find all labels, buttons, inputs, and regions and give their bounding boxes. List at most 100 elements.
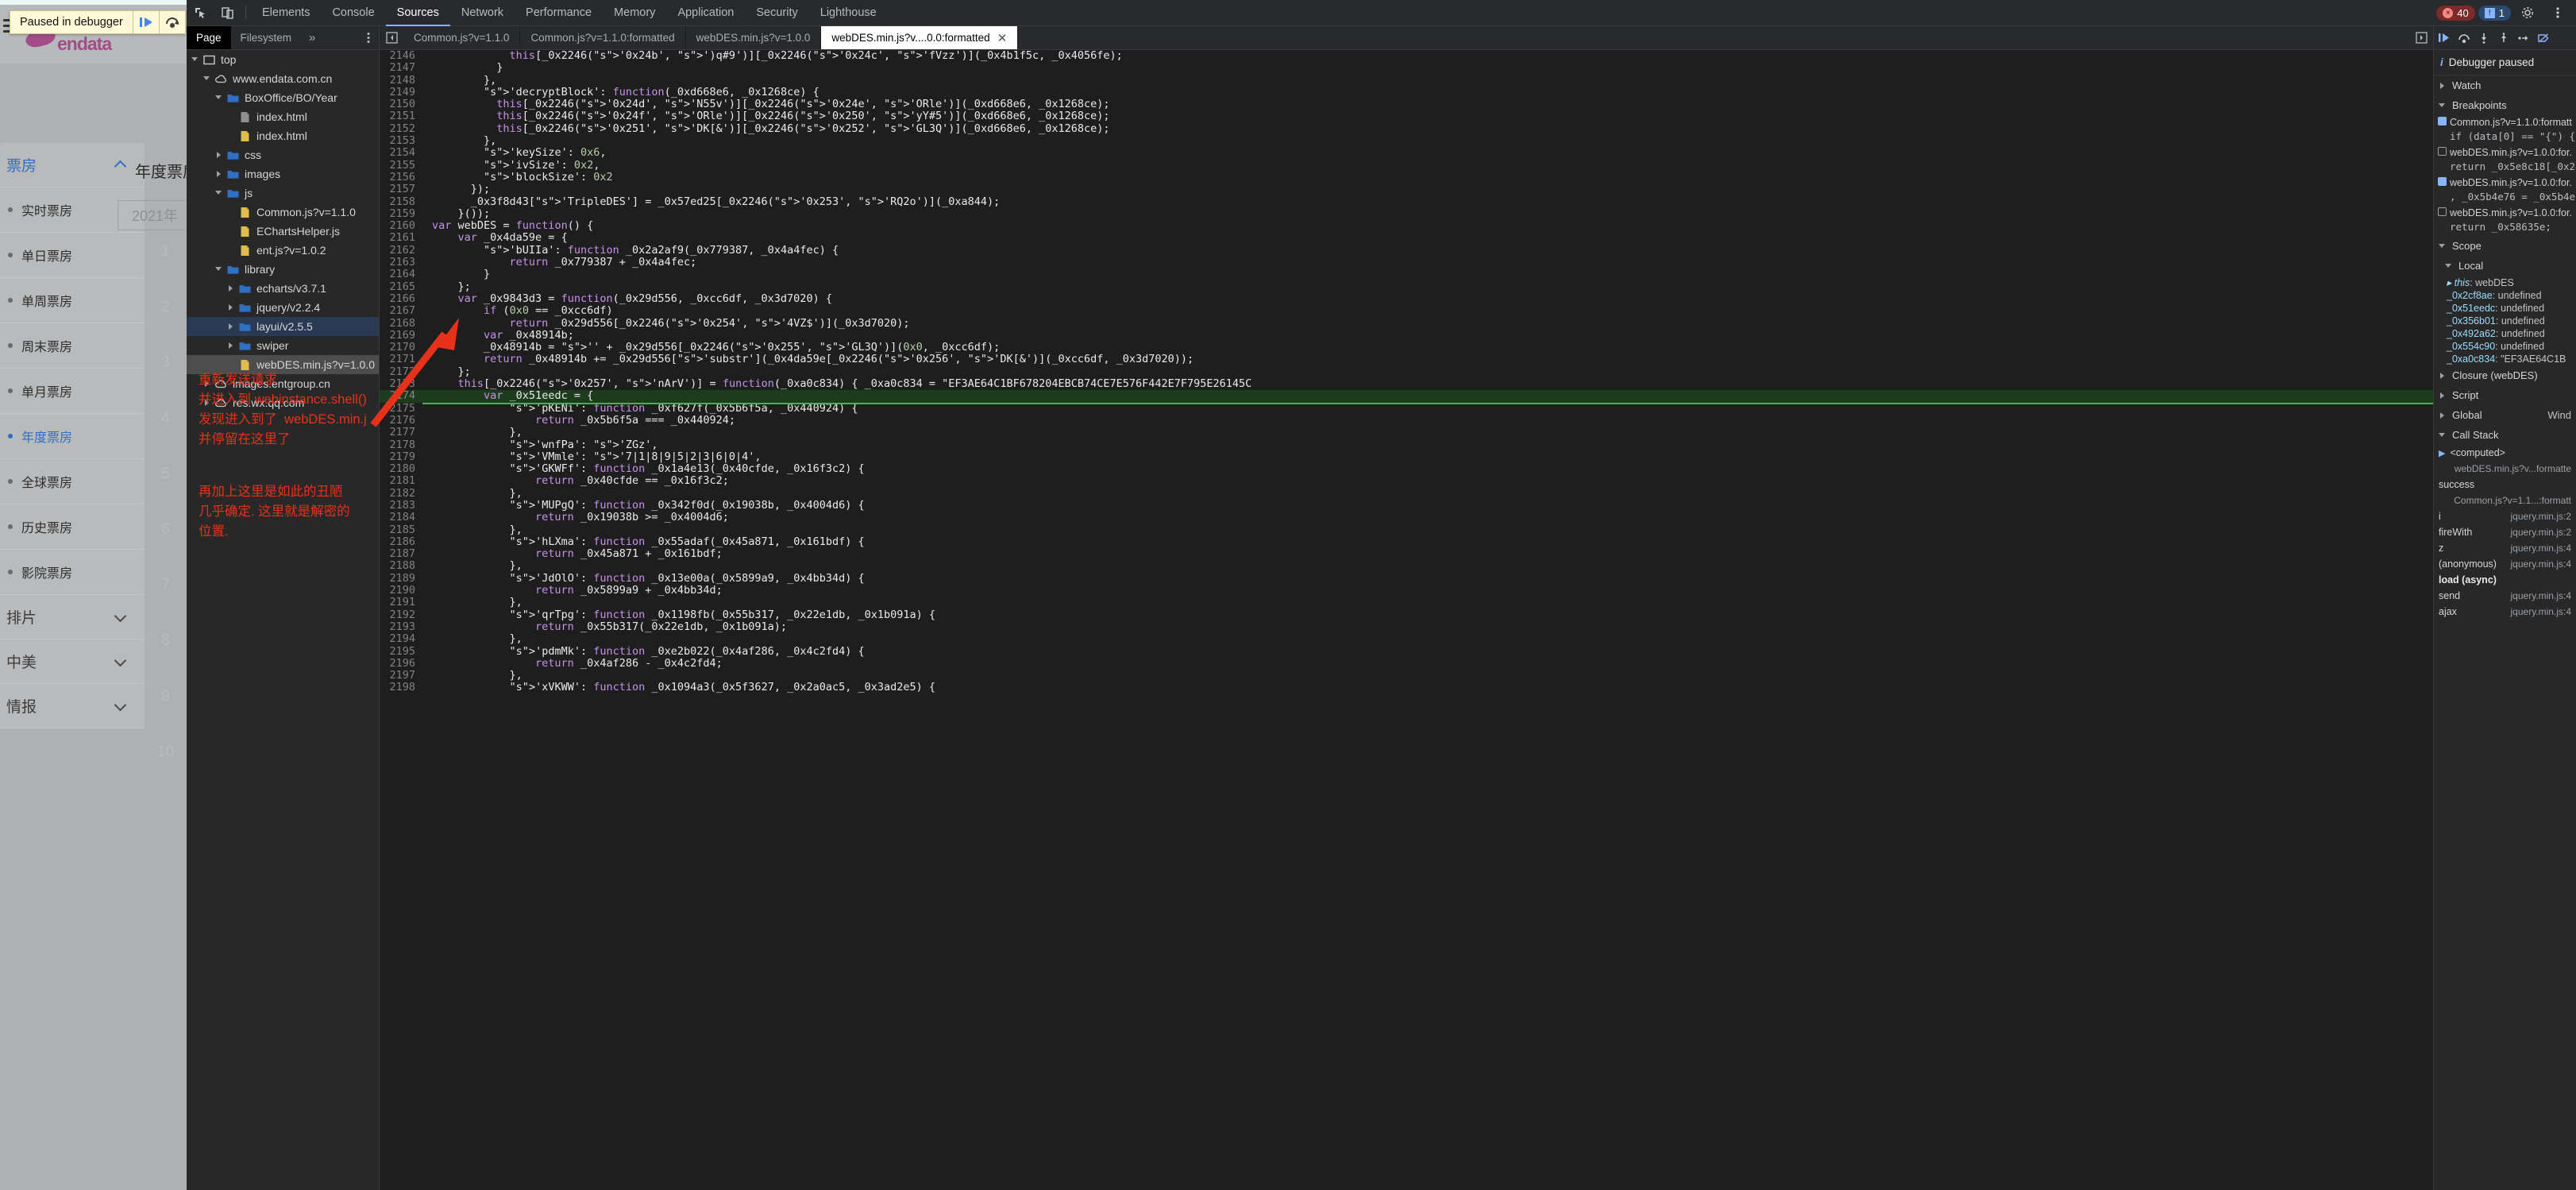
code-line[interactable]: 2164 }	[380, 269, 2433, 281]
code-line[interactable]: 2182 },	[380, 487, 2433, 500]
code-line[interactable]: 2197 },	[380, 669, 2433, 682]
file-tree-row[interactable]: index.html	[187, 126, 379, 145]
scope-local-header[interactable]: Local	[2434, 256, 2576, 276]
breakpoint-item[interactable]: Common.js?v=1.1.0:formatt	[2434, 115, 2576, 129]
call-stack-frame[interactable]: fireWith jquery.min.js:2	[2434, 524, 2576, 540]
call-stack-frame[interactable]: Common.js?v=1.1...:formatt	[2434, 493, 2576, 508]
scope-variable-row[interactable]: _0x554c90: undefined	[2434, 340, 2576, 353]
code-line[interactable]: 2157 });	[380, 183, 2433, 196]
code-line[interactable]: 2180 "s">'GKWFf': function _0x1a4e13(_0x…	[380, 462, 2433, 476]
call-stack-frame[interactable]: z jquery.min.js:4	[2434, 540, 2576, 556]
file-tree-row[interactable]: layui/v2.5.5	[187, 317, 379, 336]
nav-item-daily[interactable]: 单日票房	[0, 233, 145, 278]
breakpoint-checkbox[interactable]	[2438, 147, 2447, 156]
call-stack-frame[interactable]: send jquery.min.js:4	[2434, 588, 2576, 604]
deactivate-breakpoints-icon[interactable]	[2533, 26, 2553, 50]
file-tree-row[interactable]: EChartsHelper.js	[187, 222, 379, 241]
step-over-icon[interactable]	[160, 11, 185, 33]
code-line[interactable]: 2171 return _0x48914b += _0x29d556["s">'…	[380, 354, 2433, 366]
code-line[interactable]: 2156 "s">'blockSize': 0x2	[380, 171, 2433, 184]
code-line[interactable]: 2187 return _0x45a871 + _0x161bdf;	[380, 547, 2433, 561]
editor-tab-common-formatted[interactable]: Common.js?v=1.1.0:formatted	[520, 26, 686, 49]
breakpoint-item[interactable]: webDES.min.js?v=1.0.0:for.	[2434, 206, 2576, 220]
step-into-icon[interactable]	[2474, 26, 2493, 50]
code-line[interactable]: 2153 },	[380, 134, 2433, 148]
code-line[interactable]: 2160 var webDES = function() {	[380, 219, 2433, 233]
watch-section-header[interactable]: Watch	[2434, 75, 2576, 95]
breakpoints-section-header[interactable]: Breakpoints	[2434, 95, 2576, 115]
nav-item-weekend[interactable]: 周末票房	[0, 323, 145, 369]
nav-item-history[interactable]: 历史票房	[0, 504, 145, 550]
file-tree-row[interactable]: images	[187, 164, 379, 184]
tab-application[interactable]: Application	[666, 0, 745, 26]
scope-variable-row[interactable]: ▸ this: webDES	[2434, 276, 2576, 289]
breakpoint-checkbox[interactable]	[2438, 117, 2447, 126]
file-tree-row[interactable]: index.html	[187, 107, 379, 126]
callstack-section-header[interactable]: Call Stack	[2434, 425, 2576, 445]
tab-sources[interactable]: Sources	[386, 0, 450, 26]
code-line[interactable]: 2188 },	[380, 560, 2433, 573]
code-line[interactable]: 2155 "s">'ivSize': 0x2,	[380, 159, 2433, 172]
nav-item-yearly[interactable]: 年度票房	[0, 414, 145, 459]
code-line[interactable]: 2159 }());	[380, 207, 2433, 221]
code-line[interactable]: 2149 "s">'decryptBlock': function (_0xd66…	[380, 86, 2433, 99]
call-stack-frame[interactable]: ajax jquery.min.js:4	[2434, 604, 2576, 620]
year-select[interactable]: 2021年	[118, 200, 187, 230]
nav-group-zhongmei[interactable]: 中美	[0, 639, 145, 684]
breakpoint-item[interactable]: webDES.min.js?v=1.0.0:for.	[2434, 145, 2576, 160]
tab-elements[interactable]: Elements	[251, 0, 321, 26]
code-line[interactable]: 2185 },	[380, 524, 2433, 536]
code-line[interactable]: 2173 this[_0x2246("s">'0x257', "s" >'nArV…	[380, 377, 2433, 391]
breakpoint-item[interactable]: webDES.min.js?v=1.0.0:for.	[2434, 176, 2576, 190]
scope-section-header[interactable]: Scope	[2434, 236, 2576, 256]
code-line[interactable]: 2161 var _0x4da59e = {	[380, 232, 2433, 245]
call-stack-async-label[interactable]: load (async)	[2434, 572, 2576, 588]
code-line[interactable]: 2150 this[_0x2246("s">'0x24d', "s" >'N55v…	[380, 98, 2433, 111]
scope-group-header[interactable]: Global Wind	[2434, 405, 2576, 425]
code-line[interactable]: 2175 "s">'pKENi': function _0xf627f(_0x5…	[380, 402, 2433, 415]
code-line[interactable]: 2198 "s">'xVKWW': function _0x1094a3(_0x…	[380, 682, 2433, 694]
gear-icon[interactable]	[2514, 0, 2541, 26]
nav-group-paipian[interactable]: 排片	[0, 595, 145, 639]
popout-icon[interactable]	[2409, 26, 2433, 49]
code-line[interactable]: 2194 },	[380, 632, 2433, 646]
code-line[interactable]: 2191 },	[380, 597, 2433, 609]
code-line[interactable]: 2190 return _0x5899a9 + _0x4bb34d;	[380, 584, 2433, 597]
scope-variable-row[interactable]: _0xa0c834: "EF3AE64C1B	[2434, 353, 2576, 365]
code-line[interactable]: 2189 "s">'JdOlO': function _0x13e00a(_0x…	[380, 572, 2433, 585]
scope-group-header[interactable]: Closure (webDES)	[2434, 365, 2576, 385]
kebab-menu-icon[interactable]	[2544, 0, 2571, 26]
code-line[interactable]: 2186 "s">'hLXma': function _0x55adaf(_0x…	[380, 535, 2433, 549]
file-tree-row[interactable]: library	[187, 260, 379, 279]
scope-variable-row[interactable]: _0x356b01: undefined	[2434, 315, 2576, 327]
file-tree-row[interactable]: ent.js?v=1.0.2	[187, 241, 379, 260]
tab-performance[interactable]: Performance	[515, 0, 603, 26]
scope-variable-row[interactable]: _0x2cf8ae: undefined	[2434, 289, 2576, 302]
collapse-sidebar-icon[interactable]	[380, 26, 403, 49]
tab-network[interactable]: Network	[450, 0, 515, 26]
nav-item-weekly[interactable]: 单周票房	[0, 278, 145, 323]
code-line[interactable]: 2151 this[_0x2246("s">'0x24f', "s" >'ORle…	[380, 110, 2433, 123]
breakpoint-checkbox[interactable]	[2438, 177, 2447, 186]
code-line[interactable]: 2163 return _0x779387 + _0x4a4fec;	[380, 256, 2433, 269]
code-line[interactable]: 2170 _0x48914b = "s">'' + _0x29d556[_0x2…	[380, 341, 2433, 354]
file-tree-row[interactable]: Common.js?v=1.1.0	[187, 203, 379, 222]
code-line[interactable]: 2152 this[_0x2246("s">'0x251', "s" >'DK[&…	[380, 122, 2433, 136]
file-tree-row[interactable]: www.endata.com.cn	[187, 69, 379, 88]
file-tree-row[interactable]: top	[187, 50, 379, 69]
breakpoint-checkbox[interactable]	[2438, 207, 2447, 216]
code-line[interactable]: 2195 "s">'pdmMk': function _0xe2b022(_0x…	[380, 645, 2433, 658]
nav-tab-page[interactable]: Page	[187, 26, 231, 49]
code-editor[interactable]: 2146 this[_0x2246("s">'0x24b', "s" >')q#9…	[380, 50, 2433, 1190]
code-line[interactable]: 2148 },	[380, 74, 2433, 87]
file-tree-row[interactable]: jquery/v2.2.4	[187, 298, 379, 317]
code-line[interactable]: 2146 this[_0x2246("s">'0x24b', "s" >')q#9…	[380, 50, 2433, 63]
scope-group-header[interactable]: Script	[2434, 385, 2576, 405]
file-tree-row[interactable]: BoxOffice/BO/Year	[187, 88, 379, 107]
nav-item-cinema[interactable]: 影院票房	[0, 550, 145, 595]
code-line[interactable]: 2154 "s">'keySize': 0x6,	[380, 147, 2433, 160]
scope-variable-row[interactable]: _0x492a62: undefined	[2434, 327, 2576, 340]
step-over-icon[interactable]	[2454, 26, 2474, 50]
code-line[interactable]: 2158 _0x3f8d43["s">'TripleDES'] = _0x57e…	[380, 195, 2433, 208]
editor-tab-webdes[interactable]: webDES.min.js?v=1.0.0	[686, 26, 822, 49]
